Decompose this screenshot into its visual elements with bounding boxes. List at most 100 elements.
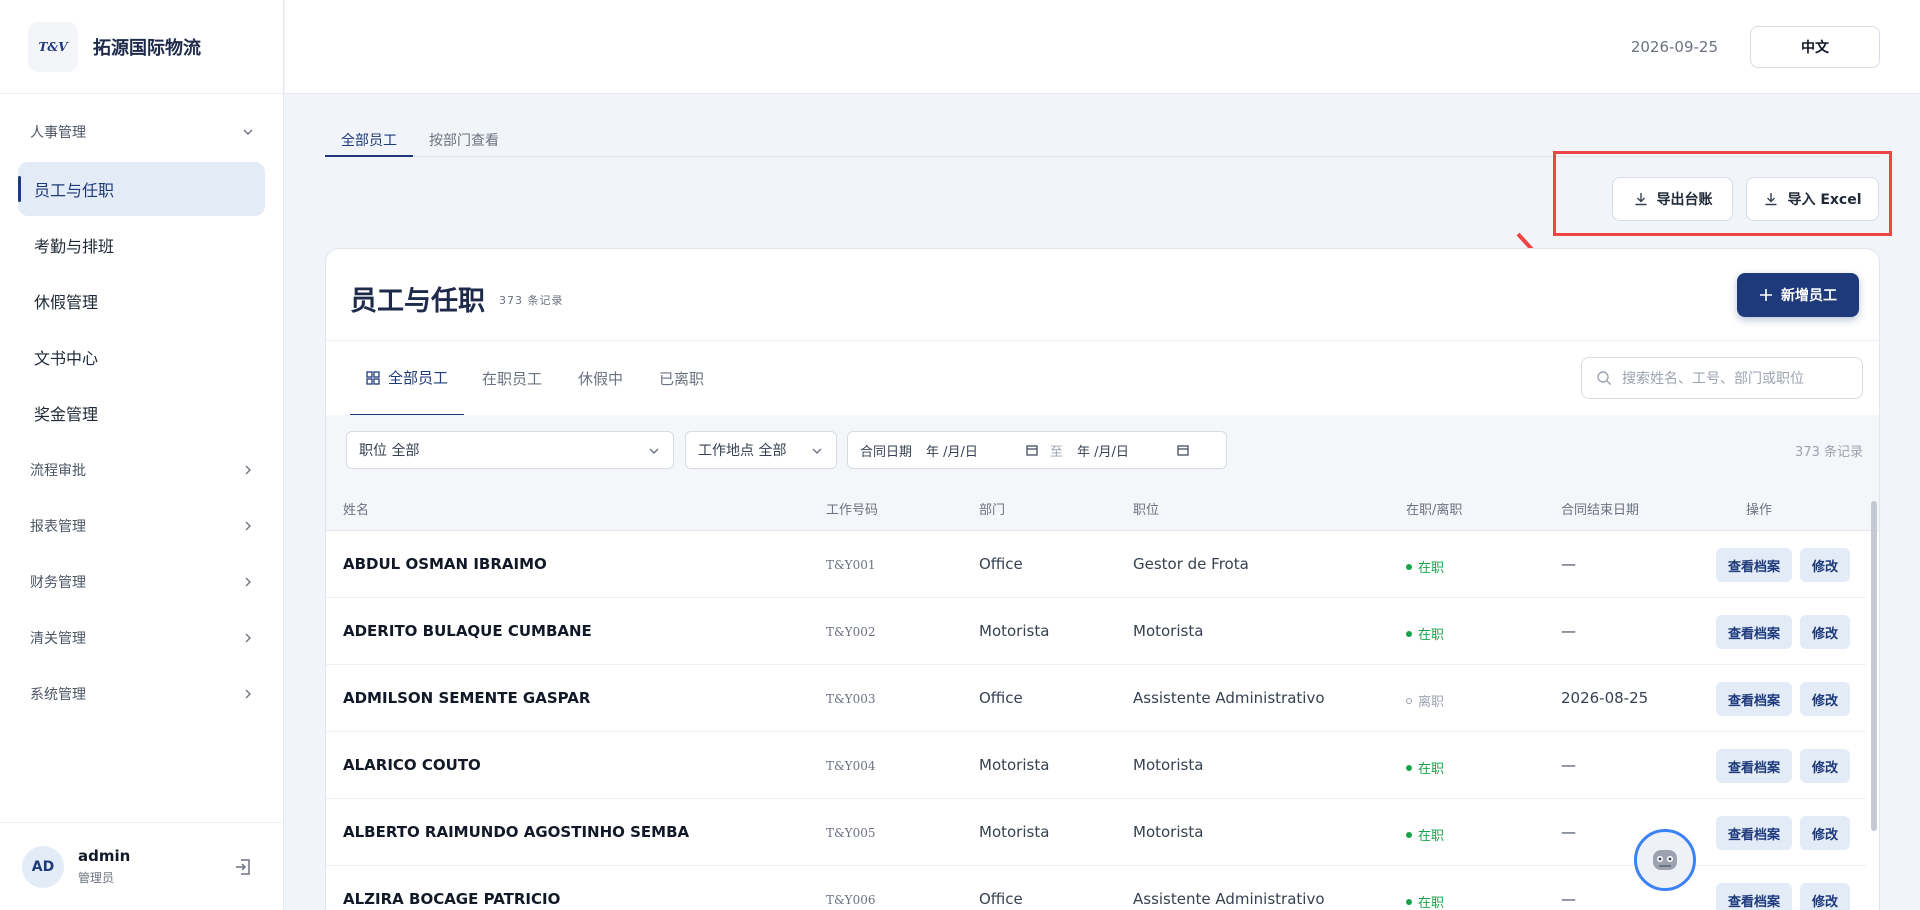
sidebar-item-documents[interactable]: 文书中心 xyxy=(18,330,265,384)
employee-code: T&Y005 xyxy=(826,826,876,840)
view-profile-button[interactable]: 查看档案 xyxy=(1716,615,1792,649)
table-row: ALZIRA BOCAGE PATRICIO T&Y006 Office Assist… xyxy=(326,866,1866,910)
edit-button[interactable]: 修改 xyxy=(1800,548,1850,582)
table-row: ADMILSON SEMENTE GASPAR T&Y003 Office Assis… xyxy=(326,665,1866,732)
status-badge: 在职 xyxy=(1406,557,1444,576)
header-position: 职位 xyxy=(1133,503,1160,518)
header-contract-end: 合同结束日期 xyxy=(1561,503,1640,518)
avatar: AD xyxy=(22,845,64,888)
record-count-label: 373 条记录 xyxy=(499,294,564,307)
sidebar-item-attendance[interactable]: 考勤与排班 xyxy=(18,218,265,272)
table-row: ABDUL OSMAN IBRAIMO T&Y001 Office Gestor de… xyxy=(326,531,1866,598)
assistant-bot-button[interactable] xyxy=(1634,829,1696,891)
date-from-input[interactable]: 年 /月/日 xyxy=(926,441,978,460)
employee-name: ABDUL OSMAN IBRAIMO xyxy=(343,555,547,573)
location-filter[interactable]: 工作地点 全部 xyxy=(685,431,837,469)
status-badge: 在职 xyxy=(1406,825,1444,844)
nav-group-hr[interactable]: 人事管理 xyxy=(0,104,283,160)
status-badge: 离职 xyxy=(1406,691,1444,710)
user-name: admin xyxy=(78,847,131,865)
tab-status-active[interactable]: 在职员工 xyxy=(464,341,560,416)
tab-by-department[interactable]: 按部门查看 xyxy=(413,128,515,157)
edit-button[interactable]: 修改 xyxy=(1800,682,1850,716)
edit-button[interactable]: 修改 xyxy=(1800,883,1850,910)
date-to-input[interactable]: 年 /月/日 xyxy=(1077,441,1129,460)
search-input[interactable]: 搜索姓名、工号、部门或职位 xyxy=(1581,357,1863,399)
current-date: 2026-09-25 xyxy=(1630,38,1718,56)
view-profile-button[interactable]: 查看档案 xyxy=(1716,548,1792,582)
tab-status-on-leave[interactable]: 休假中 xyxy=(560,341,641,416)
view-profile-button[interactable]: 查看档案 xyxy=(1716,883,1792,910)
add-employee-button[interactable]: 新增员工 xyxy=(1737,273,1859,317)
status-badge: 在职 xyxy=(1406,624,1444,643)
contract-end-date: 2026-08-25 xyxy=(1561,689,1649,707)
contract-end-date: — xyxy=(1561,890,1576,908)
status-dot-icon xyxy=(1406,898,1412,905)
contract-end-date: — xyxy=(1561,823,1576,841)
employee-code: T&Y004 xyxy=(826,759,876,773)
filter-bar: 职位 全部 工作地点 全部 合同日期 年 /月/日 至 年 /月/日 373 条… xyxy=(326,415,1879,483)
employee-name: ALZIRA BOCAGE PATRICIO xyxy=(343,890,561,908)
employee-code: T&Y001 xyxy=(826,558,876,572)
contract-end-date: — xyxy=(1561,622,1576,640)
edit-button[interactable]: 修改 xyxy=(1800,816,1850,850)
contract-end-date: — xyxy=(1561,756,1576,774)
nav-group-reports[interactable]: 报表管理 xyxy=(0,498,283,554)
scrollbar-thumb[interactable] xyxy=(1871,501,1877,831)
employee-code: T&Y002 xyxy=(826,625,876,639)
calendar-icon[interactable] xyxy=(1026,444,1038,456)
edit-button[interactable]: 修改 xyxy=(1800,749,1850,783)
employee-dept: Office xyxy=(979,555,1023,573)
employee-name: ADMILSON SEMENTE GASPAR xyxy=(343,689,591,707)
contract-date-filter: 合同日期 年 /月/日 至 年 /月/日 xyxy=(847,431,1227,469)
tab-all-employees[interactable]: 全部员工 xyxy=(325,128,413,157)
sidebar-item-leave[interactable]: 休假管理 xyxy=(18,274,265,328)
status-badge: 在职 xyxy=(1406,892,1444,910)
plus-icon xyxy=(1760,289,1772,301)
header-code: 工作号码 xyxy=(826,503,879,518)
header-dept: 部门 xyxy=(979,503,1006,518)
chevron-right-icon xyxy=(245,689,251,699)
status-dot-icon xyxy=(1406,831,1412,838)
brand-name: 拓源国际物流 xyxy=(93,37,201,59)
page-title: 员工与任职 xyxy=(350,286,485,317)
view-profile-button[interactable]: 查看档案 xyxy=(1716,749,1792,783)
logout-icon[interactable] xyxy=(233,857,253,877)
view-profile-button[interactable]: 查看档案 xyxy=(1716,682,1792,716)
position-filter[interactable]: 职位 全部 xyxy=(346,431,674,469)
employee-dept: Office xyxy=(979,890,1023,908)
chevron-right-icon xyxy=(245,465,251,475)
status-dot-icon xyxy=(1406,630,1412,637)
employee-code: T&Y006 xyxy=(826,893,876,907)
search-icon xyxy=(1597,371,1611,385)
sidebar-nav: 人事管理 员工与任职 考勤与排班 休假管理 文书中心 奖金管理 流程审批 报表管… xyxy=(0,94,283,722)
calendar-icon[interactable] xyxy=(1177,444,1189,456)
language-button[interactable]: 中文 xyxy=(1750,26,1880,68)
status-dot-icon xyxy=(1406,563,1412,570)
import-excel-button[interactable]: 导入 Excel xyxy=(1746,177,1879,221)
sidebar-item-employees[interactable]: 员工与任职 xyxy=(18,162,265,216)
header-actions: 操作 xyxy=(1746,503,1773,518)
brand: T&V 拓源国际物流 xyxy=(0,0,283,94)
tab-status-all[interactable]: 全部员工 xyxy=(350,341,465,416)
view-profile-button[interactable]: 查看档案 xyxy=(1716,816,1792,850)
tab-status-resigned[interactable]: 已离职 xyxy=(641,341,722,416)
chevron-right-icon xyxy=(245,633,251,643)
sidebar-item-bonus[interactable]: 奖金管理 xyxy=(18,386,265,440)
employee-position: Assistente Administrativo xyxy=(1133,689,1325,707)
edit-button[interactable]: 修改 xyxy=(1800,615,1850,649)
table-row: ALARICO COUTO T&Y004 Motorista Motorista 在职 —… xyxy=(326,732,1866,799)
export-button[interactable]: 导出台账 xyxy=(1612,177,1733,221)
topbar: 2026-09-25 中文 xyxy=(285,0,1920,94)
employee-dept: Motorista xyxy=(979,622,1050,640)
sidebar: T&V 拓源国际物流 人事管理 员工与任职 考勤与排班 休假管理 文书中心 奖金… xyxy=(0,0,284,910)
nav-group-finance[interactable]: 财务管理 xyxy=(0,554,283,610)
employee-dept: Motorista xyxy=(979,756,1050,774)
nav-group-customs[interactable]: 清关管理 xyxy=(0,610,283,666)
employee-name: ALBERTO RAIMUNDO AGOSTINHO SEMBA xyxy=(343,823,690,841)
employee-position: Gestor de Frota xyxy=(1133,555,1249,573)
nav-group-approval[interactable]: 流程审批 xyxy=(0,442,283,498)
chevron-down-icon xyxy=(243,129,253,135)
nav-group-system[interactable]: 系统管理 xyxy=(0,666,283,722)
employee-dept: Motorista xyxy=(979,823,1050,841)
